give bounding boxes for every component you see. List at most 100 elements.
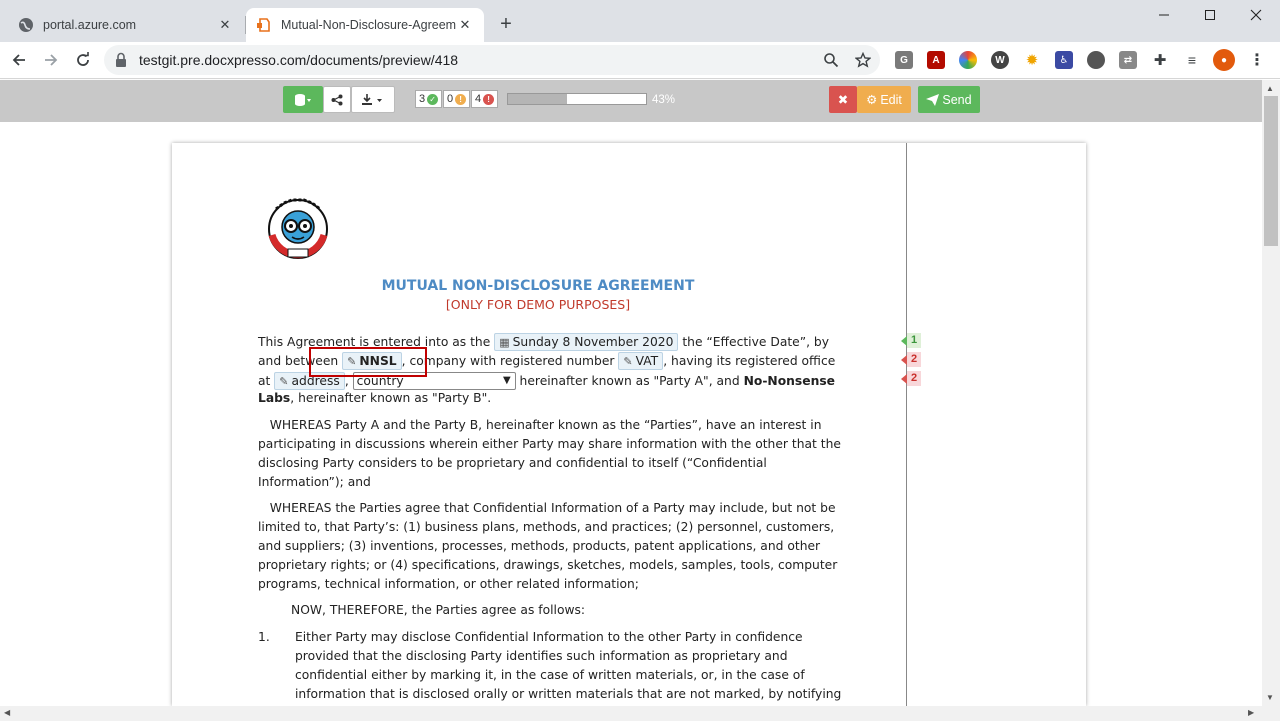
paragraph-line: and suppliers; (3) inventions, processes…	[258, 539, 821, 553]
color-picker-extension-icon[interactable]	[959, 51, 977, 69]
share-button[interactable]	[323, 86, 351, 113]
document-title: MUTUAL NON-DISCLOSURE AGREEMENT	[381, 278, 695, 294]
url-text: testgit.pre.docxpresso.com/documents/pre…	[139, 52, 459, 68]
check-icon: ✓	[427, 93, 439, 105]
cancel-button[interactable]: ✖	[829, 86, 857, 113]
text-run: at	[258, 374, 275, 388]
pdf-extension-icon[interactable]: A	[927, 51, 945, 69]
edit-label: Edit	[880, 92, 902, 107]
circle-extension-icon[interactable]	[1087, 51, 1105, 69]
text-run: , hereinafter known as "Party B".	[290, 391, 492, 405]
grammar-extension-icon[interactable]: G	[895, 51, 913, 69]
chevron-down-icon: ▼	[502, 375, 511, 386]
list-item-line: Either Party may disclose Confidential I…	[295, 630, 803, 644]
paragraph-line: WHEREAS the Parties agree that Confident…	[258, 501, 836, 515]
accessibility-extension-icon[interactable]: ♿	[1055, 51, 1073, 69]
edit-icon: ✎	[279, 375, 289, 388]
vat-value: VAT	[635, 354, 659, 368]
party-b-name: No-Nonsense	[743, 374, 835, 388]
database-icon	[295, 93, 311, 106]
browser-toolbar: testgit.pre.docxpresso.com/documents/pre…	[0, 42, 1280, 79]
paragraph-line: programs, technical information, or othe…	[258, 577, 639, 591]
scrollbar-thumb[interactable]	[1264, 96, 1278, 246]
highlight-box	[309, 347, 427, 377]
error-icon: !	[483, 93, 495, 105]
close-tab-icon[interactable]: ✕	[216, 16, 234, 34]
margin-flag[interactable]: 2	[901, 371, 923, 386]
text-run: hereinafter known as "Party A", and	[515, 374, 744, 388]
paragraph-line: Labs, hereinafter known as "Party B".	[258, 391, 491, 410]
scroll-left-icon[interactable]: ◀	[4, 708, 10, 717]
download-icon	[362, 93, 382, 105]
edit-button[interactable]: ⚙ Edit	[857, 86, 911, 113]
download-dropdown-button[interactable]	[351, 86, 395, 113]
flag-count: 1	[907, 333, 922, 348]
profile-avatar[interactable]: ●	[1213, 49, 1235, 71]
text-run: , company with registered number	[401, 354, 619, 368]
address-bar[interactable]: testgit.pre.docxpresso.com/documents/pre…	[104, 45, 880, 75]
puzzle-extensions-icon[interactable]: ✚	[1151, 51, 1169, 69]
wordpress-extension-icon[interactable]: W	[991, 51, 1009, 69]
paper-plane-icon	[926, 93, 940, 106]
text-run: , having its registered office	[663, 354, 836, 368]
vat-field[interactable]: ✎ VAT	[618, 352, 664, 370]
margin-flag[interactable]: 1	[901, 333, 923, 348]
flag-count: 2	[907, 352, 922, 367]
warning-count: 0	[447, 93, 454, 105]
warning-icon: !	[455, 93, 467, 105]
menu-kebab-icon[interactable]: ⋮	[1248, 51, 1266, 69]
list-item-line: provided that the disclosing Party ident…	[295, 649, 788, 663]
paragraph-line: WHEREAS Party A and the Party B, hereina…	[258, 418, 822, 432]
margin-divider	[906, 143, 907, 706]
party-b-name: Labs	[258, 391, 291, 405]
send-button[interactable]: Send	[918, 86, 980, 113]
complete-counter: 3 ✓	[415, 90, 443, 108]
calendar-icon: ▦	[499, 336, 510, 349]
flag-count: 2	[907, 371, 922, 386]
scroll-down-icon[interactable]: ▼	[1266, 693, 1274, 702]
vertical-scrollbar[interactable]: ▲ ▼	[1262, 80, 1280, 706]
paragraph-line: proprietary rights; or (4) specification…	[258, 558, 838, 572]
media-queue-icon[interactable]: ≡	[1183, 51, 1201, 69]
error-count: 4	[475, 93, 482, 105]
back-arrow-icon[interactable]	[6, 47, 32, 73]
reload-icon[interactable]	[70, 47, 96, 73]
progress-fill	[508, 94, 568, 104]
new-tab-button[interactable]: +	[495, 14, 517, 36]
close-icon: ✖	[837, 93, 849, 107]
no-nonsense-labs-logo	[264, 195, 332, 259]
tab-portal-azure[interactable]: portal.azure.com ✕	[8, 8, 244, 42]
close-window-icon[interactable]	[1233, 0, 1279, 30]
list-number: 1.	[258, 630, 270, 644]
progress-percent: 43%	[652, 94, 676, 106]
paragraph-line: disclosing Party considers to be proprie…	[258, 456, 767, 470]
tab-strip: portal.azure.com ✕ Mutual-Non-Disclosure…	[0, 0, 1280, 42]
send-label: Send	[942, 92, 972, 107]
paragraph-line: Information”); and	[258, 475, 371, 489]
maximize-icon[interactable]	[1187, 0, 1233, 30]
warning-counter: 0 !	[443, 90, 471, 108]
lock-icon	[114, 52, 128, 71]
scroll-up-icon[interactable]: ▲	[1266, 84, 1274, 93]
scroll-right-icon[interactable]: ▶	[1248, 708, 1254, 717]
text-run: the “Effective Date”, by	[678, 335, 830, 349]
complete-count: 3	[419, 93, 426, 105]
margin-flag[interactable]: 2	[901, 352, 923, 367]
minimize-icon[interactable]	[1141, 0, 1187, 30]
document-subtitle: [ONLY FOR DEMO PURPOSES]	[445, 297, 631, 312]
horizontal-scrollbar[interactable]: ◀ ▶	[0, 706, 1280, 721]
database-dropdown-button[interactable]	[283, 86, 323, 113]
close-tab-icon[interactable]: ✕	[456, 16, 474, 34]
list-item-line: confidential either by marking it, in th…	[295, 668, 805, 682]
paragraph-line: NOW, THEREFORE, the Parties agree as fol…	[291, 603, 586, 617]
date-value: Sunday 8 November 2020	[512, 335, 674, 349]
bookmark-star-icon[interactable]	[854, 51, 872, 69]
forward-arrow-icon[interactable]	[38, 47, 64, 73]
network-extension-icon[interactable]: ⇄	[1119, 51, 1137, 69]
error-counter: 4 !	[471, 90, 499, 108]
effective-date-field[interactable]: ▦ Sunday 8 November 2020	[494, 333, 679, 351]
gear-extension-icon[interactable]: ✹	[1023, 51, 1041, 69]
tab-mutual-nda[interactable]: Mutual-Non-Disclosure-Agreement ✕	[246, 8, 484, 42]
zoom-icon[interactable]	[822, 51, 840, 69]
docxpresso-icon	[256, 17, 272, 33]
